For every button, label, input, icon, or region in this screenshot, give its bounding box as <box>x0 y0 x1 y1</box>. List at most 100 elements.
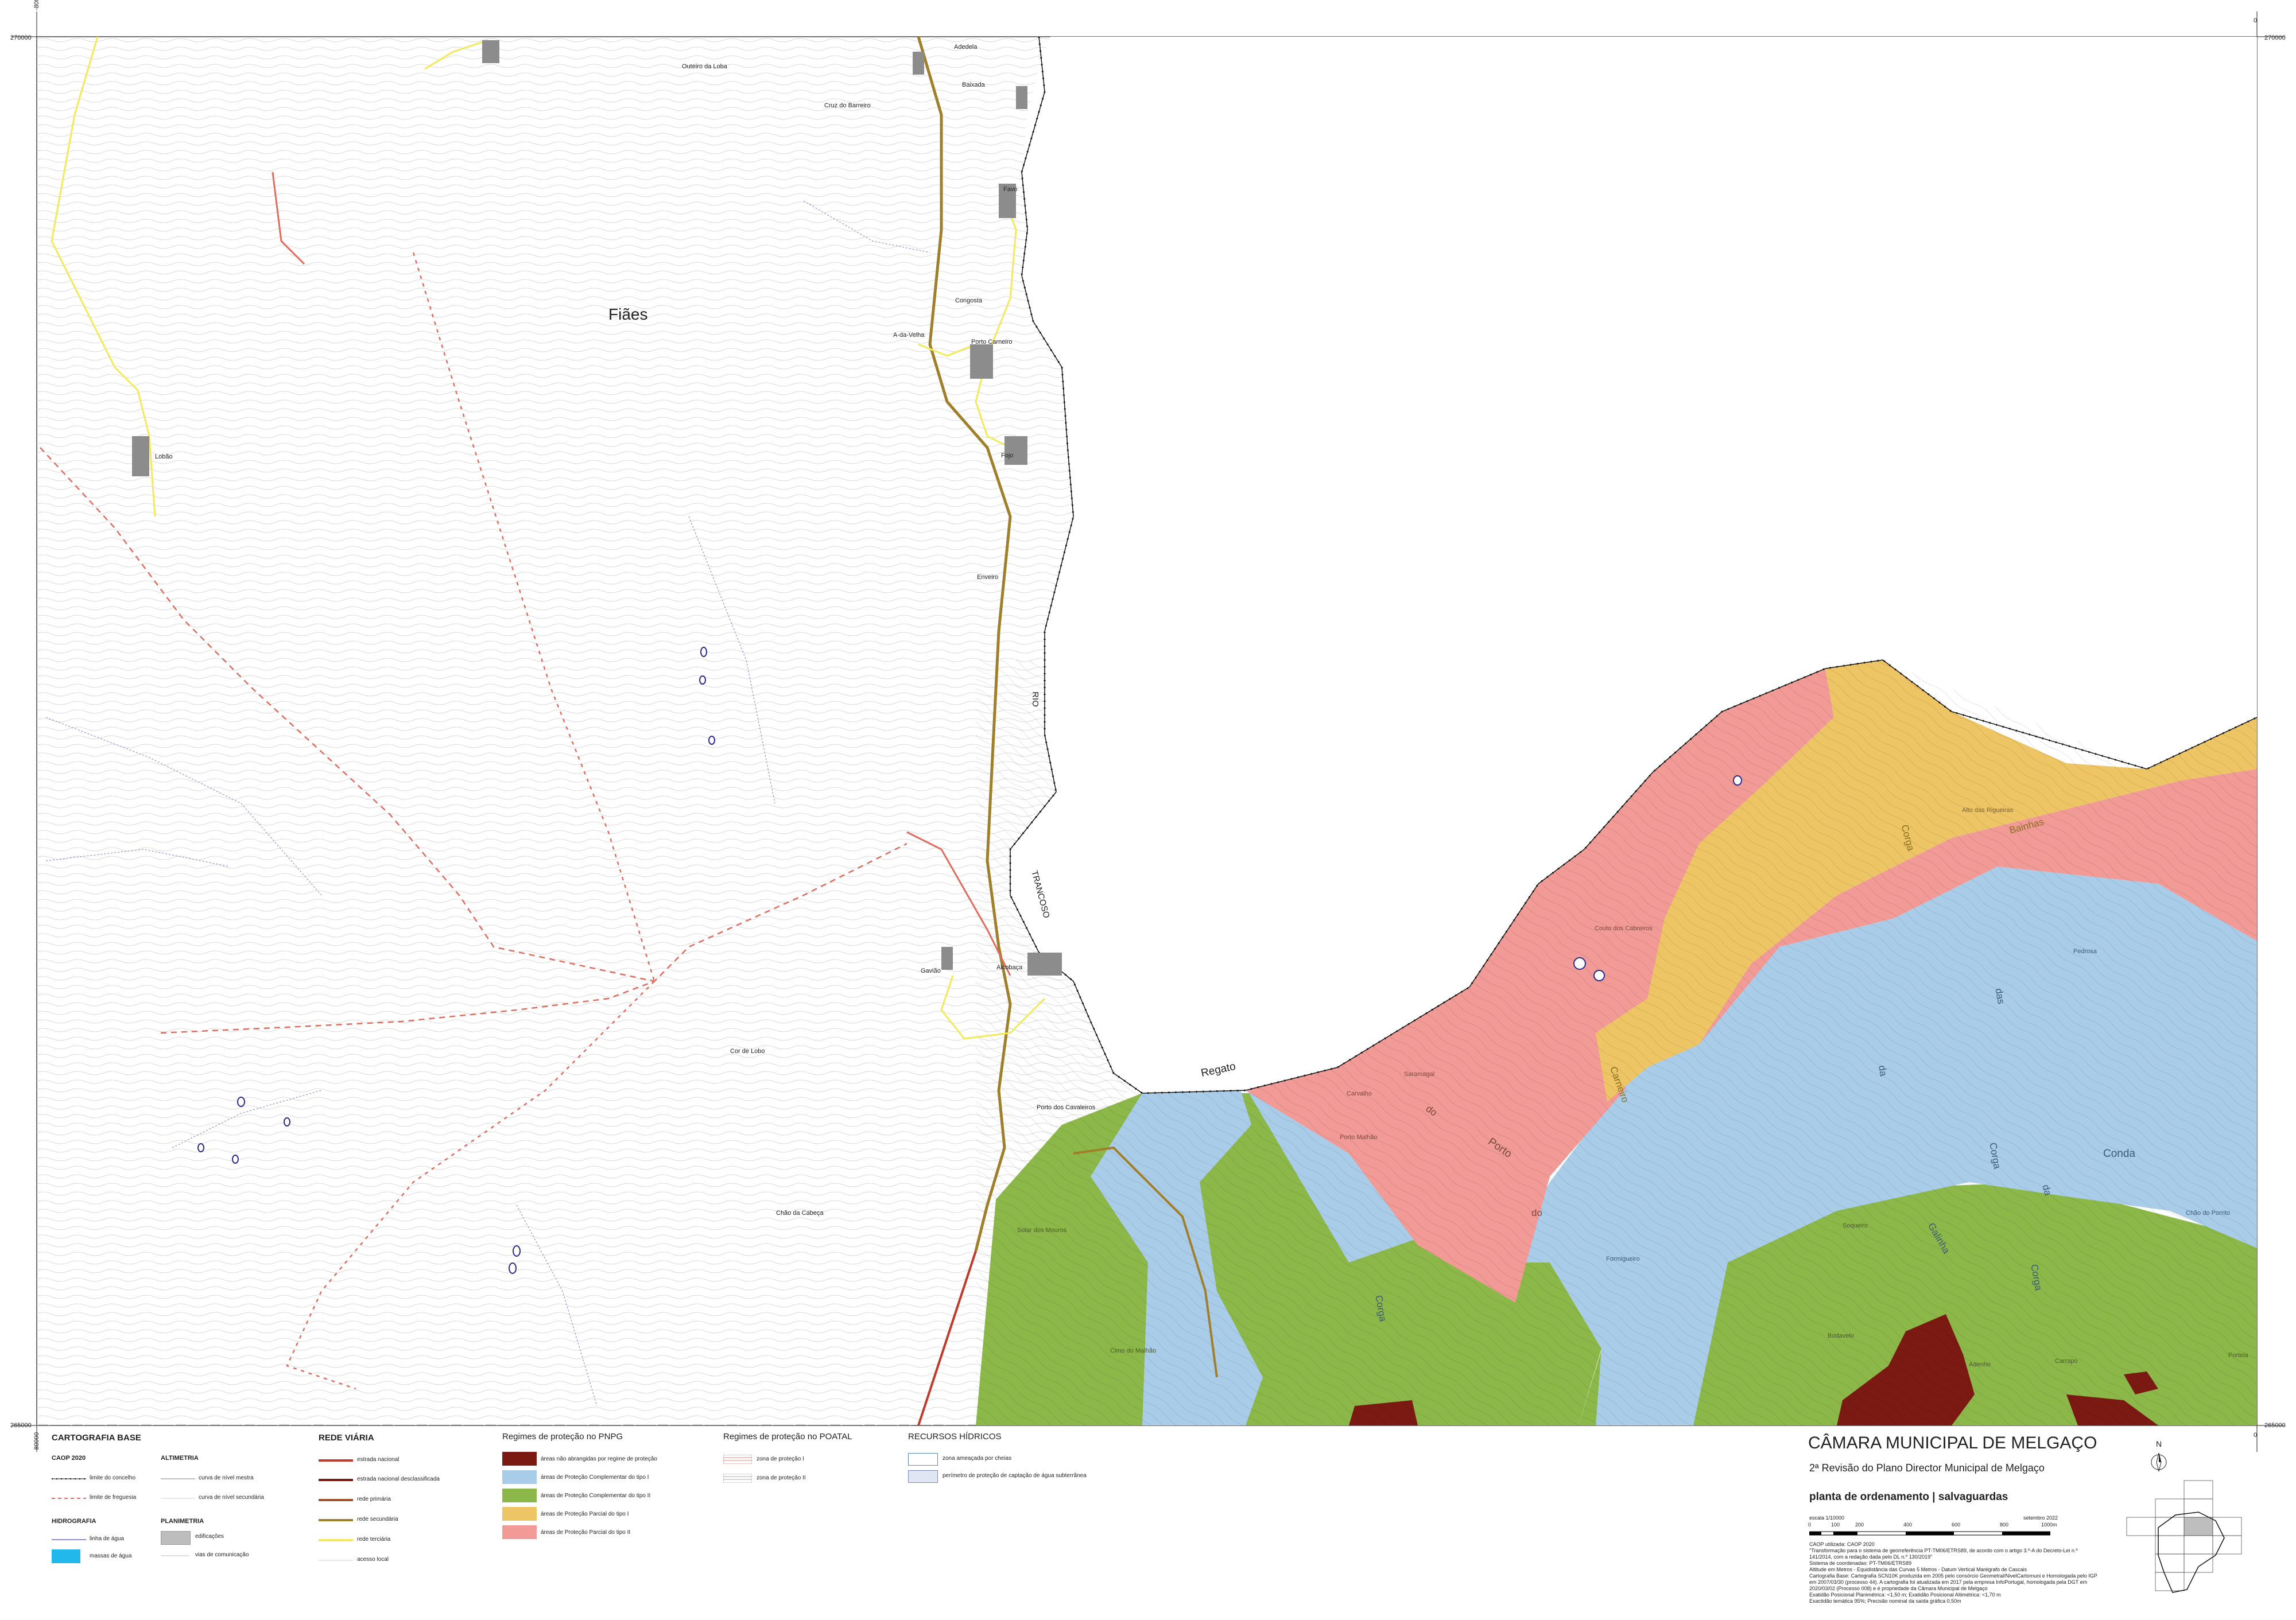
locator-map <box>2126 1480 2242 1593</box>
coord-label: 0 <box>2254 17 2258 24</box>
place-label: Soqueiro <box>1843 1222 1868 1229</box>
rede-primaria-symbol <box>319 1499 353 1501</box>
pnpg-swatch <box>502 1507 537 1521</box>
legend-title-rede-viaria: REDE VIÁRIA <box>319 1433 374 1443</box>
place-label: Fojo <box>1001 452 1014 459</box>
legend-pnpg-item: áreas de Proteção Complementar do tipo I <box>541 1474 649 1481</box>
coord-label: 270000 <box>10 34 32 41</box>
place-label: Fiães <box>608 305 648 323</box>
estrada-nacional-symbol <box>319 1459 353 1462</box>
coord-label: 0 <box>2254 1432 2258 1439</box>
place-label: Favo <box>1003 186 1018 193</box>
legend-hidricos-item: perímetro de proteção de captação de águ… <box>943 1473 1087 1479</box>
legend-caop-item: limite do concelho <box>90 1475 136 1481</box>
place-label: Alcobaça <box>996 964 1023 971</box>
legend-pnpg-item: áreas de Proteção Parcial do tipo II <box>541 1529 631 1536</box>
legend-title-cartografia: CARTOGRAFIA BASE <box>52 1433 141 1443</box>
legend-poatal-item: zona de proteção I <box>757 1456 804 1462</box>
zona-protecao-ii-symbol <box>723 1474 752 1483</box>
note-line: em 2007/03/30 (processo 44). A cartograf… <box>1809 1579 2088 1585</box>
place-label: Gavião <box>921 968 941 974</box>
note-line: "Transformação para o sistema de georref… <box>1809 1548 2078 1553</box>
vias-comunicacao-symbol <box>161 1555 189 1556</box>
legend-road-item: acesso local <box>357 1556 389 1563</box>
massas-agua-swatch <box>52 1549 80 1563</box>
scale-tick: 100 <box>1831 1522 1840 1528</box>
legend-caop-item: limite de freguesia <box>90 1494 137 1501</box>
note-line: CAOP utilizada: CAOP 2020 <box>1809 1541 1875 1547</box>
legend-road-item: estrada nacional <box>357 1456 400 1463</box>
rede-terciaria-symbol <box>319 1539 353 1541</box>
legend-pnpg-item: áreas não abrangidas por regime de prote… <box>541 1456 657 1462</box>
place-label: Alto das Rigueiras <box>1962 807 2014 814</box>
scale-tick: 600 <box>1952 1522 1961 1528</box>
legend-caop-title: CAOP 2020 <box>52 1455 86 1462</box>
scale-tick: 800 <box>2000 1522 2009 1528</box>
place-label: Adenho <box>1969 1361 1991 1368</box>
note-line: Exatidão Posicional Planimétrica: <1,50 … <box>1809 1592 2001 1598</box>
title-main: CÂMARA MUNICIPAL DE MELGAÇO <box>1808 1433 2097 1452</box>
place-label: Formigueiro <box>1606 1256 1640 1262</box>
place-label: Solar dos Mouros <box>1017 1227 1067 1234</box>
coord-label: 265000 <box>2264 1422 2286 1429</box>
legend-title-hidricos: RECURSOS HÍDRICOS <box>908 1432 1002 1442</box>
curva-secundaria-symbol <box>161 1498 195 1499</box>
place-label: Cruz do Barreiro <box>824 102 871 109</box>
legend-road-item: rede terciária <box>357 1536 391 1543</box>
pnpg-swatch <box>502 1489 537 1502</box>
place-label: Baixada <box>962 81 985 88</box>
scale-tick: 200 <box>1855 1522 1864 1528</box>
north-arrow-icon <box>2151 1452 2167 1472</box>
scale-label: escala 1/10000 <box>1809 1515 1845 1521</box>
legend-planimetria-item: edificações <box>195 1533 224 1540</box>
place-label: Outeiro da Loba <box>682 63 727 70</box>
captacao-swatch <box>908 1470 938 1483</box>
note-line: Exactidão temática 95%; Precisão nominal… <box>1809 1598 1961 1604</box>
place-label: RIO <box>1030 691 1040 707</box>
legend-planimetria-item: vias de comunicação <box>195 1552 249 1558</box>
legend-poatal-item: zona de proteção II <box>757 1475 806 1481</box>
note-line: 141/2014, com a redação dada pelo DL n.º… <box>1809 1554 1933 1560</box>
coord-label: 265000 <box>10 1422 32 1429</box>
note-line: Altitude em Metros - Equidistância das C… <box>1809 1567 2027 1572</box>
coord-label: 270000 <box>2264 34 2286 41</box>
legend-road-item: rede secundária <box>357 1516 398 1522</box>
place-label: A-da-Velha <box>893 332 925 339</box>
place-label: Portela <box>2228 1352 2248 1359</box>
place-label: Chão do Porrito <box>2186 1210 2231 1217</box>
legend-hidricos-item: zona ameaçada por cheias <box>943 1455 1012 1462</box>
place-label: Adedela <box>954 44 978 50</box>
legend-road-item: estrada nacional desclassificada <box>357 1476 440 1482</box>
place-label: Carrapo <box>2055 1358 2078 1365</box>
place-label: da <box>1876 1064 1889 1077</box>
place-label: Chão da Cabeça <box>776 1210 824 1217</box>
rede-secundaria-symbol <box>319 1519 353 1521</box>
acesso-local-symbol <box>319 1560 353 1561</box>
place-label: Pedrosa <box>2073 948 2097 955</box>
scale-tick: 0 <box>1808 1522 1812 1528</box>
coord-label: -80000 <box>33 1432 40 1452</box>
note-line: Sistema de coordenadas: PT-TM06/ETRS89 <box>1809 1560 1912 1566</box>
place-label: Saramagal <box>1404 1071 1435 1078</box>
place-label: Congosta <box>955 297 983 304</box>
place-label: Enveiro <box>977 574 999 581</box>
title-sub: 2ª Revisão do Plano Director Municipal d… <box>1809 1462 2045 1474</box>
place-label: Carvalho <box>1347 1090 1372 1097</box>
coord-label: -80000 <box>33 0 40 10</box>
place-label: Bodavelo <box>1828 1332 1854 1339</box>
estrada-desclassificada-symbol <box>319 1479 353 1481</box>
map-canvas <box>11 11 2285 1452</box>
place-label: do <box>1531 1207 1542 1218</box>
legend-planimetria-title: PLANIMETRIA <box>161 1518 204 1525</box>
place-label: Lobão <box>155 453 173 460</box>
legend-altimetria-item: curva de nível mestra <box>199 1475 254 1481</box>
zona-protecao-i-symbol <box>723 1455 752 1464</box>
note-line: 2020/03/02 (Processo 008) e é propriedad… <box>1809 1586 1988 1591</box>
pnpg-swatch <box>502 1470 537 1484</box>
note-line: Cartografia Base: Cartografia SCN10K pro… <box>1809 1573 2097 1579</box>
place-label: Porto dos Cavaleiros <box>1037 1104 1096 1111</box>
place-label: Couto dos Cabreiros <box>1595 925 1653 932</box>
pnpg-swatch <box>502 1525 537 1539</box>
north-label: N <box>2156 1439 2162 1448</box>
legend-pnpg-item: áreas de Proteção Complementar do tipo I… <box>541 1493 651 1499</box>
